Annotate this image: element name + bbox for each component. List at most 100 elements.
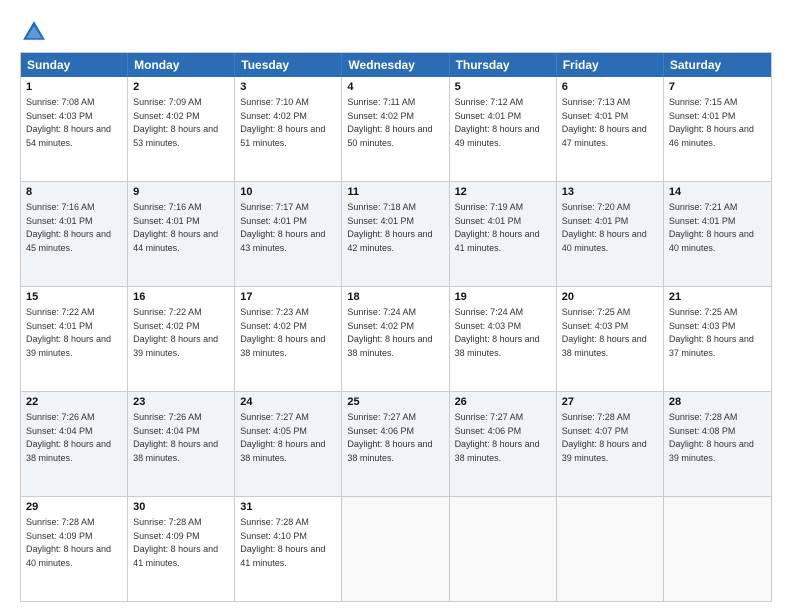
cell-text: Sunrise: 7:09 AMSunset: 4:02 PMDaylight:… [133,97,218,148]
calendar-cell: 11 Sunrise: 7:18 AMSunset: 4:01 PMDayligh… [342,182,449,286]
calendar-cell [664,497,771,601]
cell-text: Sunrise: 7:20 AMSunset: 4:01 PMDaylight:… [562,202,647,253]
day-number: 4 [347,80,443,95]
calendar-cell: 1Sunrise: 7:08 AMSunset: 4:03 PMDaylight… [21,77,128,181]
day-number: 17 [240,290,336,305]
calendar-cell: 2 Sunrise: 7:09 AMSunset: 4:02 PMDaylight… [128,77,235,181]
calendar-cell: 13 Sunrise: 7:20 AMSunset: 4:01 PMDayligh… [557,182,664,286]
calendar-row: 29Sunrise: 7:28 AMSunset: 4:09 PMDayligh… [21,496,771,601]
day-number: 15 [26,290,122,305]
calendar-body: 1Sunrise: 7:08 AMSunset: 4:03 PMDaylight… [21,77,771,601]
calendar-cell [450,497,557,601]
cell-text: Sunrise: 7:26 AMSunset: 4:04 PMDaylight:… [133,412,218,463]
day-number: 19 [455,290,551,305]
day-number: 11 [347,185,443,200]
calendar-cell: 19 Sunrise: 7:24 AMSunset: 4:03 PMDayligh… [450,287,557,391]
calendar-cell: 20 Sunrise: 7:25 AMSunset: 4:03 PMDayligh… [557,287,664,391]
calendar-cell [557,497,664,601]
calendar-cell: 9 Sunrise: 7:16 AMSunset: 4:01 PMDaylight… [128,182,235,286]
cell-text: Sunrise: 7:16 AMSunset: 4:01 PMDaylight:… [26,202,111,253]
calendar-header-day: Sunday [21,53,128,77]
day-number: 24 [240,395,336,410]
day-number: 20 [562,290,658,305]
cell-text: Sunrise: 7:22 AMSunset: 4:02 PMDaylight:… [133,307,218,358]
calendar-cell: 26Sunrise: 7:27 AMSunset: 4:06 PMDayligh… [450,392,557,496]
cell-text: Sunrise: 7:26 AMSunset: 4:04 PMDaylight:… [26,412,111,463]
cell-text: Sunrise: 7:10 AMSunset: 4:02 PMDaylight:… [240,97,325,148]
cell-text: Sunrise: 7:27 AMSunset: 4:06 PMDaylight:… [347,412,432,463]
day-number: 23 [133,395,229,410]
calendar-cell: 18 Sunrise: 7:24 AMSunset: 4:02 PMDayligh… [342,287,449,391]
cell-text: Sunrise: 7:15 AMSunset: 4:01 PMDaylight:… [669,97,754,148]
calendar-row: 8 Sunrise: 7:16 AMSunset: 4:01 PMDaylight… [21,181,771,286]
cell-text: Sunrise: 7:28 AMSunset: 4:09 PMDaylight:… [26,517,111,568]
calendar-cell: 6 Sunrise: 7:13 AMSunset: 4:01 PMDaylight… [557,77,664,181]
calendar-cell: 27Sunrise: 7:28 AMSunset: 4:07 PMDayligh… [557,392,664,496]
calendar-header-day: Saturday [664,53,771,77]
cell-text: Sunrise: 7:22 AMSunset: 4:01 PMDaylight:… [26,307,111,358]
day-number: 30 [133,500,229,515]
calendar-cell: 29Sunrise: 7:28 AMSunset: 4:09 PMDayligh… [21,497,128,601]
calendar-cell: 15 Sunrise: 7:22 AMSunset: 4:01 PMDayligh… [21,287,128,391]
logo [20,18,52,46]
calendar-cell: 30Sunrise: 7:28 AMSunset: 4:09 PMDayligh… [128,497,235,601]
cell-text: Sunrise: 7:28 AMSunset: 4:08 PMDaylight:… [669,412,754,463]
day-number: 6 [562,80,658,95]
day-number: 13 [562,185,658,200]
calendar-row: 15 Sunrise: 7:22 AMSunset: 4:01 PMDayligh… [21,286,771,391]
calendar-header-day: Friday [557,53,664,77]
day-number: 10 [240,185,336,200]
day-number: 5 [455,80,551,95]
calendar-cell: 7 Sunrise: 7:15 AMSunset: 4:01 PMDaylight… [664,77,771,181]
cell-text: Sunrise: 7:28 AMSunset: 4:10 PMDaylight:… [240,517,325,568]
calendar-header-day: Thursday [450,53,557,77]
day-number: 31 [240,500,336,515]
day-number: 14 [669,185,766,200]
cell-text: Sunrise: 7:24 AMSunset: 4:02 PMDaylight:… [347,307,432,358]
day-number: 22 [26,395,122,410]
day-number: 16 [133,290,229,305]
cell-text: Sunrise: 7:13 AMSunset: 4:01 PMDaylight:… [562,97,647,148]
cell-text: Sunrise: 7:28 AMSunset: 4:07 PMDaylight:… [562,412,647,463]
calendar-cell: 10 Sunrise: 7:17 AMSunset: 4:01 PMDayligh… [235,182,342,286]
cell-text: Sunrise: 7:25 AMSunset: 4:03 PMDaylight:… [562,307,647,358]
cell-text: Sunrise: 7:12 AMSunset: 4:01 PMDaylight:… [455,97,540,148]
cell-text: Sunrise: 7:27 AMSunset: 4:05 PMDaylight:… [240,412,325,463]
calendar-header-day: Wednesday [342,53,449,77]
cell-text: Sunrise: 7:27 AMSunset: 4:06 PMDaylight:… [455,412,540,463]
calendar-header-day: Tuesday [235,53,342,77]
calendar-cell: 25 Sunrise: 7:27 AMSunset: 4:06 PMDayligh… [342,392,449,496]
calendar-cell: 5 Sunrise: 7:12 AMSunset: 4:01 PMDaylight… [450,77,557,181]
day-number: 25 [347,395,443,410]
calendar-row: 22 Sunrise: 7:26 AMSunset: 4:04 PMDayligh… [21,391,771,496]
calendar-cell: 3Sunrise: 7:10 AMSunset: 4:02 PMDaylight… [235,77,342,181]
calendar-cell: 22 Sunrise: 7:26 AMSunset: 4:04 PMDayligh… [21,392,128,496]
calendar-cell: 17 Sunrise: 7:23 AMSunset: 4:02 PMDayligh… [235,287,342,391]
cell-text: Sunrise: 7:11 AMSunset: 4:02 PMDaylight:… [347,97,432,148]
header [20,18,772,46]
cell-text: Sunrise: 7:19 AMSunset: 4:01 PMDaylight:… [455,202,540,253]
day-number: 1 [26,80,122,95]
day-number: 8 [26,185,122,200]
cell-text: Sunrise: 7:18 AMSunset: 4:01 PMDaylight:… [347,202,432,253]
calendar-row: 1Sunrise: 7:08 AMSunset: 4:03 PMDaylight… [21,77,771,181]
day-number: 9 [133,185,229,200]
cell-text: Sunrise: 7:17 AMSunset: 4:01 PMDaylight:… [240,202,325,253]
page: SundayMondayTuesdayWednesdayThursdayFrid… [0,0,792,612]
calendar-cell [342,497,449,601]
day-number: 21 [669,290,766,305]
calendar-cell: 8 Sunrise: 7:16 AMSunset: 4:01 PMDaylight… [21,182,128,286]
day-number: 28 [669,395,766,410]
cell-text: Sunrise: 7:16 AMSunset: 4:01 PMDaylight:… [133,202,218,253]
day-number: 12 [455,185,551,200]
cell-text: Sunrise: 7:24 AMSunset: 4:03 PMDaylight:… [455,307,540,358]
calendar: SundayMondayTuesdayWednesdayThursdayFrid… [20,52,772,602]
cell-text: Sunrise: 7:23 AMSunset: 4:02 PMDaylight:… [240,307,325,358]
day-number: 2 [133,80,229,95]
cell-text: Sunrise: 7:25 AMSunset: 4:03 PMDaylight:… [669,307,754,358]
calendar-cell: 14Sunrise: 7:21 AMSunset: 4:01 PMDayligh… [664,182,771,286]
calendar-header-row: SundayMondayTuesdayWednesdayThursdayFrid… [21,53,771,77]
calendar-cell: 12 Sunrise: 7:19 AMSunset: 4:01 PMDayligh… [450,182,557,286]
day-number: 18 [347,290,443,305]
day-number: 7 [669,80,766,95]
